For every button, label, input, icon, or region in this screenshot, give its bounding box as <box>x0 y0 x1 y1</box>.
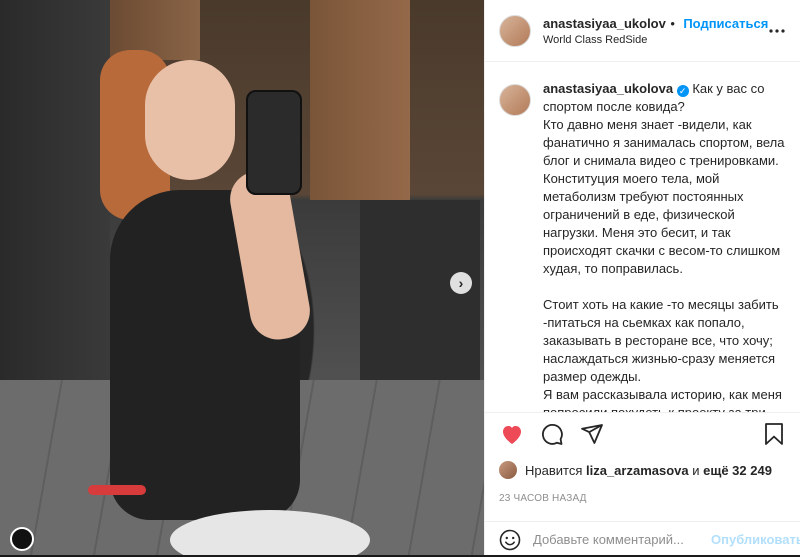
avatar[interactable] <box>499 14 531 47</box>
likes-prefix: Нравится <box>525 462 583 478</box>
post-header: anastasiyaa_ukolov • Подписаться World C… <box>485 0 800 62</box>
heart-filled-icon[interactable] <box>499 421 525 447</box>
likes-summary: Нравится liza_arzamasova и ещё 32 249 <box>499 461 772 479</box>
likes-count[interactable]: ещё 32 249 <box>703 463 772 478</box>
tagged-user-icon[interactable] <box>10 527 34 551</box>
header-text: anastasiyaa_ukolov • Подписаться World C… <box>543 14 768 48</box>
chevron-right-icon[interactable]: › <box>450 272 472 294</box>
bookmark-icon[interactable] <box>761 421 787 447</box>
post-caption: anastasiyaa_ukolova ✓ Как у вас со спорт… <box>499 80 789 412</box>
more-horizontal-icon[interactable] <box>768 22 786 34</box>
post-photo[interactable]: › <box>0 0 484 555</box>
person-head <box>145 60 235 180</box>
caption-body: anastasiyaa_ukolova ✓ Как у вас со спорт… <box>543 80 789 412</box>
phone <box>246 90 302 195</box>
comment-input[interactable] <box>531 531 711 548</box>
location-link[interactable]: World Class RedSide <box>543 34 768 48</box>
action-icons <box>499 421 605 447</box>
publish-button[interactable]: Опубликовать <box>711 532 800 547</box>
likes-conj: и <box>692 462 700 478</box>
comment-icon[interactable] <box>539 421 565 447</box>
post-sidebar: anastasiyaa_ukolov • Подписаться World C… <box>484 0 800 555</box>
liker-username[interactable]: liza_arzamasova <box>586 463 689 478</box>
post-actions: Нравится liza_arzamasova и ещё 32 249 23… <box>485 412 800 555</box>
wood-panel <box>310 0 410 200</box>
share-icon[interactable] <box>579 421 605 447</box>
emoji-icon[interactable] <box>499 529 521 551</box>
wall-panel <box>0 0 110 380</box>
caption-username[interactable]: anastasiyaa_ukolova <box>543 81 673 96</box>
liker-avatar[interactable] <box>499 461 517 479</box>
comment-bar: Опубликовать <box>485 521 800 557</box>
follow-button[interactable]: Подписаться <box>683 16 768 31</box>
post-window: › anastasiyaa_ukolov • Подписаться World… <box>0 0 800 555</box>
verified-badge-icon: ✓ <box>676 85 689 97</box>
post-timestamp[interactable]: 23 ЧАСОВ НАЗАД <box>499 493 587 504</box>
door-panel <box>360 200 480 400</box>
caption-avatar[interactable] <box>499 84 531 116</box>
header-username[interactable]: anastasiyaa_ukolov <box>543 16 666 31</box>
wristband <box>88 485 146 495</box>
caption-text: Как у вас со спортом после ковида? Кто д… <box>543 81 785 412</box>
separator-dot: • <box>670 15 675 31</box>
